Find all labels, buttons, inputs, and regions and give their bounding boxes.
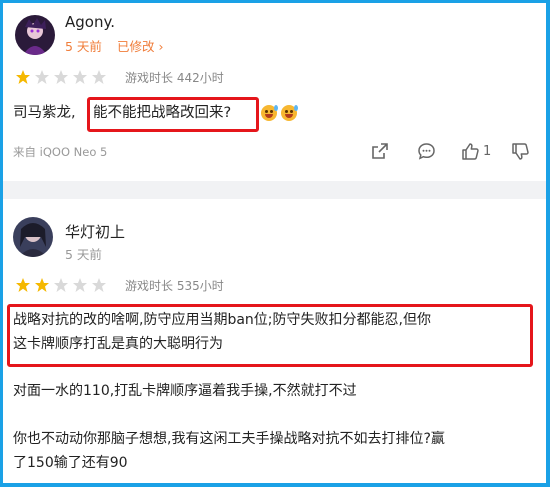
- star-icon: [92, 70, 106, 84]
- star-icon: [35, 278, 49, 292]
- comment-paragraph: 了150输了还有90: [13, 455, 128, 471]
- share-button[interactable]: [371, 142, 389, 160]
- thumbs-up-icon: [462, 143, 479, 160]
- star-icon: [35, 70, 49, 84]
- avatar[interactable]: [13, 217, 53, 257]
- star-icon: [16, 70, 30, 84]
- avatar[interactable]: [15, 15, 55, 55]
- edited-link[interactable]: 已修改 ›: [117, 36, 163, 55]
- star-icon: [16, 278, 30, 292]
- post-time: 5 天前: [65, 247, 102, 262]
- username[interactable]: Agony.: [65, 13, 115, 31]
- star-icon: [73, 70, 87, 84]
- device-info: 来自 iQOO Neo 5: [13, 145, 108, 159]
- sweat-smile-emoji-icon: [261, 105, 278, 121]
- dislike-button[interactable]: [511, 142, 530, 161]
- share-icon: [372, 143, 388, 159]
- comment-icon: [418, 143, 435, 160]
- comment-paragraph: 你也不动动你那脑子想想,我有这闲工夫手操战略对抗不如去打排位?赢: [13, 431, 445, 447]
- star-icon: [73, 278, 87, 292]
- comments-panel: Agony. 5 天前 已修改 › 游戏时长 442小时 司马紫龙, 能不能把战…: [3, 3, 546, 483]
- username[interactable]: 华灯初上: [65, 221, 125, 242]
- comment-highlight: 能不能把战略改回来?: [93, 105, 232, 121]
- like-button[interactable]: 1: [461, 142, 491, 161]
- comment-paragraph: 对面一水的110,打乱卡牌顺序逼着我手操,不然就打不过: [13, 383, 357, 399]
- star-icon: [54, 278, 68, 292]
- post-time: 5 天前: [65, 39, 102, 54]
- comment-prefix: 司马紫龙,: [13, 105, 76, 121]
- star-icon: [92, 278, 106, 292]
- rating-stars: [15, 69, 107, 85]
- comment-highlight-line: 战略对抗的改的啥啊,防守应用当期ban位;防守失败扣分都能忍,但你: [13, 312, 431, 328]
- playtime: 游戏时长 535小时: [125, 279, 224, 293]
- rating-stars: [15, 277, 107, 293]
- thumbs-down-icon: [512, 143, 529, 160]
- star-icon: [54, 70, 68, 84]
- like-count: 1: [483, 144, 492, 159]
- comment-divider: [3, 181, 546, 199]
- playtime: 游戏时长 442小时: [125, 71, 224, 85]
- reply-button[interactable]: [417, 142, 436, 161]
- comment-highlight-line: 这卡牌顺序打乱是真的大聪明行为: [13, 336, 223, 352]
- sweat-smile-emoji-icon: [281, 105, 298, 121]
